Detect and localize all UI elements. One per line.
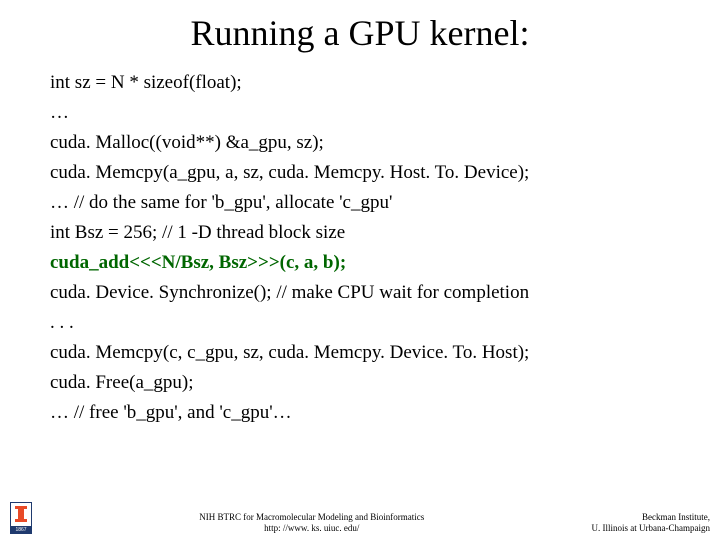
code-line: … // free 'b_gpu', and 'c_gpu'… [50, 398, 670, 428]
illinois-logo: 1867 [10, 502, 32, 534]
slide: Running a GPU kernel: int sz = N * sizeo… [0, 0, 720, 540]
code-line: . . . [50, 308, 670, 338]
code-line: … // do the same for 'b_gpu', allocate '… [50, 188, 670, 218]
footer-url: http: //www. ks. uiuc. edu/ [32, 523, 592, 534]
code-line: cuda. Memcpy(a_gpu, a, sz, cuda. Memcpy.… [50, 158, 670, 188]
footer-institute: Beckman Institute, [592, 512, 710, 523]
code-line: cuda. Memcpy(c, c_gpu, sz, cuda. Memcpy.… [50, 338, 670, 368]
footer-center: NIH BTRC for Macromolecular Modeling and… [32, 512, 592, 535]
code-line: int Bsz = 256; // 1 -D thread block size [50, 218, 670, 248]
footer-university: U. Illinois at Urbana-Champaign [592, 523, 710, 534]
footer: 1867 NIH BTRC for Macromolecular Modelin… [0, 502, 720, 534]
footer-right: Beckman Institute, U. Illinois at Urbana… [592, 512, 710, 535]
code-line: cuda. Free(a_gpu); [50, 368, 670, 398]
code-block: int sz = N * sizeof(float); … cuda. Mall… [50, 68, 670, 428]
code-line: cuda. Device. Synchronize(); // make CPU… [50, 278, 670, 308]
logo-i-icon [10, 502, 32, 527]
code-line: cuda. Malloc((void**) &a_gpu, sz); [50, 128, 670, 158]
logo-year: 1867 [10, 527, 32, 535]
code-line: … [50, 98, 670, 128]
code-line-highlight: cuda_add<<<N/Bsz, Bsz>>>(c, a, b); [50, 248, 670, 278]
page-title: Running a GPU kernel: [50, 12, 670, 54]
code-line: int sz = N * sizeof(float); [50, 68, 670, 98]
footer-org: NIH BTRC for Macromolecular Modeling and… [32, 512, 592, 523]
